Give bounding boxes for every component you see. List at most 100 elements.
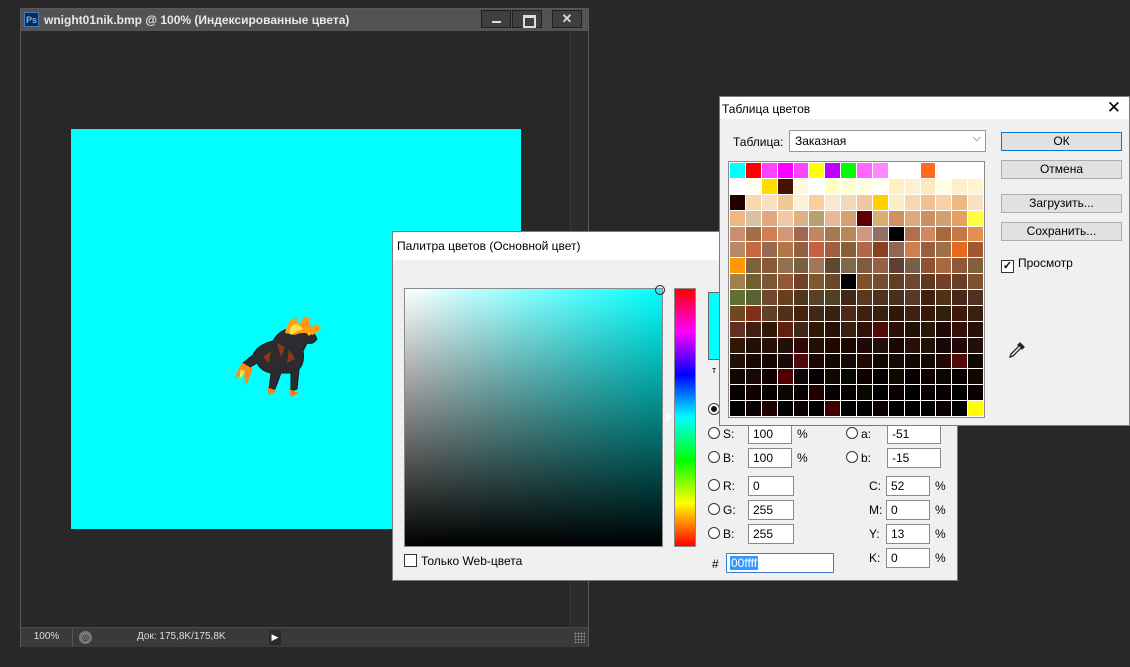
- table-select[interactable]: Заказная ⌵: [789, 130, 986, 152]
- color-swatch[interactable]: [825, 210, 841, 226]
- saturation-input[interactable]: 100: [748, 424, 792, 444]
- color-swatch[interactable]: [888, 337, 904, 353]
- color-swatch[interactable]: [809, 226, 825, 242]
- color-swatch[interactable]: [936, 305, 952, 321]
- color-swatch[interactable]: [857, 321, 872, 337]
- color-swatch[interactable]: [968, 401, 983, 416]
- color-swatch[interactable]: [952, 194, 968, 210]
- color-swatch[interactable]: [872, 290, 888, 305]
- color-swatch[interactable]: [936, 369, 952, 385]
- color-swatch[interactable]: [936, 226, 952, 242]
- color-swatch[interactable]: [809, 242, 825, 258]
- maximize-button[interactable]: [512, 10, 542, 28]
- color-swatch[interactable]: [904, 258, 920, 274]
- color-swatch[interactable]: [952, 353, 968, 369]
- checkbox-box[interactable]: [1001, 260, 1014, 273]
- color-swatch[interactable]: [745, 353, 761, 369]
- hue-slider[interactable]: [674, 288, 696, 547]
- color-swatch[interactable]: [761, 226, 777, 242]
- color-swatch[interactable]: [888, 242, 904, 258]
- color-swatch[interactable]: [745, 258, 761, 274]
- brightness-input[interactable]: 100: [748, 448, 792, 468]
- color-swatch[interactable]: [730, 401, 745, 416]
- web-colors-only-checkbox[interactable]: Только Web-цвета: [404, 554, 522, 568]
- color-swatch[interactable]: [920, 385, 936, 401]
- color-swatch[interactable]: [936, 178, 952, 194]
- red-input[interactable]: 0: [748, 476, 794, 496]
- color-swatch[interactable]: [825, 194, 841, 210]
- color-swatch[interactable]: [841, 242, 856, 258]
- color-swatch[interactable]: [809, 210, 825, 226]
- brightness-radio[interactable]: [708, 451, 720, 463]
- color-swatch[interactable]: [968, 226, 983, 242]
- color-swatch[interactable]: [825, 337, 841, 353]
- color-swatch[interactable]: [761, 178, 777, 194]
- color-swatch[interactable]: [761, 369, 777, 385]
- color-swatch[interactable]: [920, 163, 936, 178]
- color-swatch[interactable]: [825, 290, 841, 305]
- color-swatch[interactable]: [952, 369, 968, 385]
- color-swatch[interactable]: [920, 369, 936, 385]
- color-swatch[interactable]: [920, 321, 936, 337]
- color-swatch[interactable]: [872, 178, 888, 194]
- hex-input[interactable]: 00ffff: [726, 553, 834, 573]
- color-swatch[interactable]: [809, 274, 825, 289]
- color-swatch[interactable]: [872, 337, 888, 353]
- color-swatch[interactable]: [841, 258, 856, 274]
- color-swatch[interactable]: [904, 226, 920, 242]
- color-swatch[interactable]: [793, 290, 809, 305]
- color-swatch[interactable]: [920, 258, 936, 274]
- color-swatch[interactable]: [888, 194, 904, 210]
- color-swatch[interactable]: [968, 353, 983, 369]
- color-swatch[interactable]: [904, 321, 920, 337]
- color-swatch[interactable]: [968, 385, 983, 401]
- color-swatch[interactable]: [841, 385, 856, 401]
- color-swatch[interactable]: [857, 337, 872, 353]
- color-swatch[interactable]: [841, 369, 856, 385]
- color-swatch[interactable]: [936, 353, 952, 369]
- color-swatch[interactable]: [920, 194, 936, 210]
- color-swatch[interactable]: [936, 194, 952, 210]
- lab-b-radio[interactable]: [846, 451, 858, 463]
- status-info-icon[interactable]: ◎: [79, 631, 92, 644]
- preview-checkbox[interactable]: Просмотр: [1001, 256, 1073, 273]
- color-swatch[interactable]: [920, 353, 936, 369]
- color-swatch[interactable]: [777, 178, 793, 194]
- color-swatch[interactable]: [809, 401, 825, 416]
- document-title-bar[interactable]: Ps wnight01nik.bmp @ 100% (Индексированн…: [21, 9, 588, 31]
- color-swatch[interactable]: [777, 321, 793, 337]
- color-swatch[interactable]: [730, 258, 745, 274]
- color-swatch[interactable]: [777, 337, 793, 353]
- color-swatch[interactable]: [793, 242, 809, 258]
- color-swatch[interactable]: [936, 163, 952, 178]
- color-swatch[interactable]: [952, 210, 968, 226]
- yellow-input[interactable]: 13: [886, 524, 930, 544]
- color-swatch[interactable]: [904, 274, 920, 289]
- color-swatch[interactable]: [888, 163, 904, 178]
- cancel-button[interactable]: Отмена: [1001, 160, 1122, 179]
- color-swatch[interactable]: [857, 242, 872, 258]
- save-button[interactable]: Сохранить...: [1001, 222, 1122, 241]
- color-swatch[interactable]: [825, 226, 841, 242]
- color-swatch[interactable]: [952, 226, 968, 242]
- color-swatch[interactable]: [793, 337, 809, 353]
- color-swatch[interactable]: [841, 210, 856, 226]
- close-document-button[interactable]: ✕: [552, 10, 582, 28]
- green-input[interactable]: 255: [748, 500, 794, 520]
- color-swatch[interactable]: [936, 210, 952, 226]
- color-swatch[interactable]: [761, 385, 777, 401]
- color-swatch[interactable]: [841, 305, 856, 321]
- color-swatch[interactable]: [825, 369, 841, 385]
- color-swatch[interactable]: [730, 290, 745, 305]
- color-swatch[interactable]: [809, 258, 825, 274]
- color-swatch[interactable]: [904, 178, 920, 194]
- color-swatch[interactable]: [809, 353, 825, 369]
- color-swatch[interactable]: [825, 258, 841, 274]
- color-swatch[interactable]: [793, 401, 809, 416]
- color-swatch[interactable]: [793, 258, 809, 274]
- color-swatch[interactable]: [777, 258, 793, 274]
- color-swatch[interactable]: [745, 305, 761, 321]
- color-swatch[interactable]: [761, 194, 777, 210]
- color-swatch[interactable]: [968, 290, 983, 305]
- color-swatch[interactable]: [952, 385, 968, 401]
